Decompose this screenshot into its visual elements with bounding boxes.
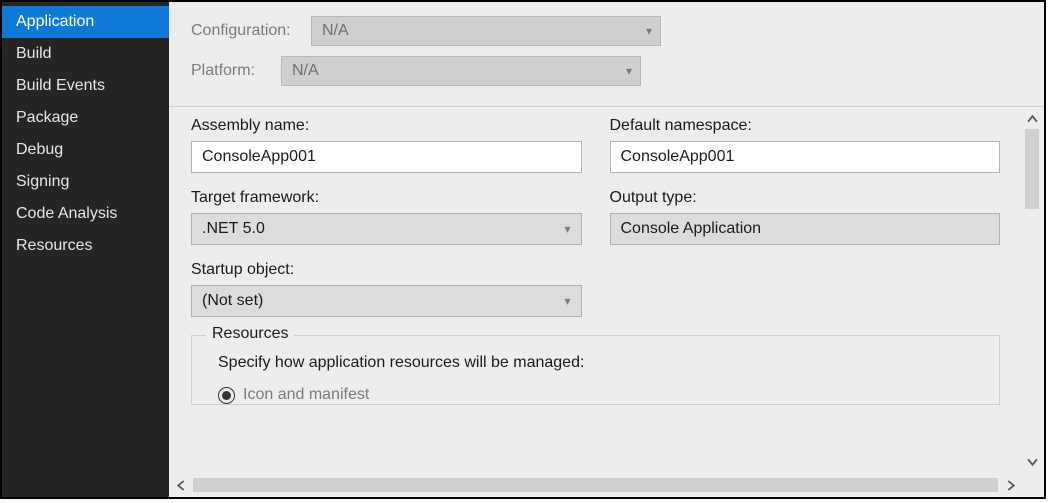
default-namespace-label: Default namespace: <box>610 117 1001 135</box>
chevron-down-icon: ▾ <box>626 64 632 78</box>
platform-value: N/A <box>292 62 319 80</box>
resources-fieldset: Resources Specify how application resour… <box>191 335 1000 405</box>
target-framework-label: Target framework: <box>191 189 582 207</box>
sidebar-item-label: Build <box>16 45 52 62</box>
output-type-value: Console Application <box>621 220 762 238</box>
sidebar-item-label: Build Events <box>16 77 105 94</box>
chevron-down-icon: ▾ <box>564 222 570 236</box>
resources-description: Specify how application resources will b… <box>218 354 981 372</box>
sidebar-item-build-events[interactable]: Build Events <box>2 70 169 102</box>
sidebar-item-label: Debug <box>16 141 63 158</box>
platform-label: Platform: <box>191 62 271 80</box>
content-wrap: Assembly name: Default namespace: Target… <box>169 107 1044 497</box>
project-properties-window: Application Build Build Events Package D… <box>0 0 1046 499</box>
sidebar-item-application[interactable]: Application <box>2 6 169 38</box>
vertical-scroll-track[interactable] <box>1025 129 1039 451</box>
main-panel: Configuration: N/A ▾ Platform: N/A ▾ Ass <box>169 2 1044 497</box>
target-framework-value: .NET 5.0 <box>202 220 265 238</box>
topbar: Configuration: N/A ▾ Platform: N/A ▾ <box>169 2 1044 106</box>
radio-icon-manifest-label: Icon and manifest <box>243 386 369 404</box>
vertical-scroll-thumb[interactable] <box>1025 129 1039 209</box>
scroll-up-icon[interactable] <box>1022 109 1042 129</box>
configuration-label: Configuration: <box>191 22 301 40</box>
target-framework-select[interactable]: .NET 5.0 ▾ <box>191 213 582 245</box>
sidebar-item-label: Code Analysis <box>16 205 117 222</box>
sidebar-item-label: Application <box>16 13 94 30</box>
resources-legend: Resources <box>206 325 294 343</box>
startup-object-label: Startup object: <box>191 261 582 279</box>
content: Assembly name: Default namespace: Target… <box>169 107 1020 473</box>
radio-icon <box>218 387 235 404</box>
sidebar-item-resources[interactable]: Resources <box>2 230 169 262</box>
sidebar-item-label: Package <box>16 109 78 126</box>
startup-object-select[interactable]: (Not set) ▾ <box>191 285 582 317</box>
radio-icon-manifest[interactable]: Icon and manifest <box>218 386 981 404</box>
sidebar-item-debug[interactable]: Debug <box>2 134 169 166</box>
output-type-select[interactable]: Console Application <box>610 213 1001 245</box>
scroll-down-icon[interactable] <box>1022 451 1042 471</box>
assembly-name-label: Assembly name: <box>191 117 582 135</box>
horizontal-scrollbar[interactable] <box>171 475 1020 495</box>
assembly-name-input[interactable] <box>191 141 582 173</box>
output-type-label: Output type: <box>610 189 1001 207</box>
scroll-left-icon[interactable] <box>171 475 191 495</box>
sidebar-item-signing[interactable]: Signing <box>2 166 169 198</box>
platform-select: N/A ▾ <box>281 56 641 86</box>
default-namespace-input[interactable] <box>610 141 1001 173</box>
horizontal-scroll-track[interactable] <box>193 478 998 492</box>
platform-row: Platform: N/A ▾ <box>191 56 1022 86</box>
configuration-select: N/A ▾ <box>311 16 661 46</box>
sidebar: Application Build Build Events Package D… <box>2 2 169 497</box>
sidebar-item-label: Signing <box>16 173 69 190</box>
configuration-value: N/A <box>322 22 349 40</box>
sidebar-item-label: Resources <box>16 237 92 254</box>
sidebar-item-code-analysis[interactable]: Code Analysis <box>2 198 169 230</box>
scroll-right-icon[interactable] <box>1000 475 1020 495</box>
chevron-down-icon: ▾ <box>646 24 652 38</box>
vertical-scrollbar[interactable] <box>1022 109 1042 471</box>
chevron-down-icon: ▾ <box>564 294 570 308</box>
startup-object-value: (Not set) <box>202 292 263 310</box>
sidebar-item-package[interactable]: Package <box>2 102 169 134</box>
sidebar-item-build[interactable]: Build <box>2 38 169 70</box>
configuration-row: Configuration: N/A ▾ <box>191 16 1022 46</box>
